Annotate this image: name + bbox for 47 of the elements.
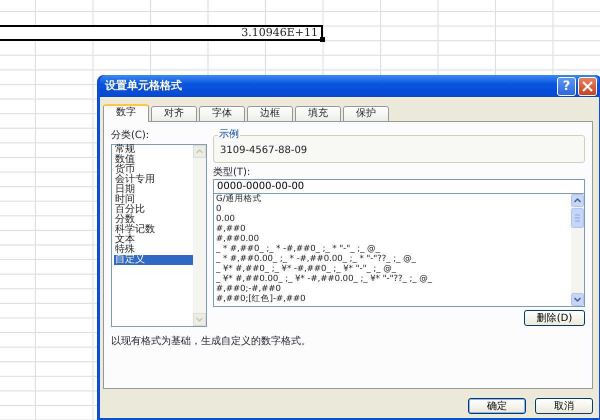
sample-value: 3109-4567-88-09	[220, 145, 308, 156]
tab[interactable]: 保护	[343, 106, 389, 121]
type-label: 类型(T):	[213, 167, 252, 179]
description-text: 以现有格式为基础，生成自定义的数字格式。	[111, 336, 312, 348]
format-item[interactable]: _ * #,##0_ ;_ * -#,##0_ ;_ * "-"_ ;_ @_	[216, 244, 571, 254]
category-item[interactable]: 特殊	[114, 245, 193, 255]
format-item[interactable]: _ ¥* #,##0_ ;_ ¥* -#,##0_ ;_ ¥* "-"_ ;_ @_	[216, 264, 571, 274]
selected-cell[interactable]: 3.10946E+11	[0, 25, 323, 41]
format-item[interactable]: 0	[216, 204, 571, 214]
category-item[interactable]: 数值	[114, 155, 193, 165]
category-item[interactable]: 常规	[114, 145, 193, 155]
help-button[interactable]: ?	[557, 76, 576, 96]
tab[interactable]: 边框	[247, 106, 293, 121]
sample-label: 示例	[218, 129, 240, 141]
ok-button[interactable]: 确定	[468, 398, 526, 414]
category-item[interactable]: 会计专用	[114, 175, 193, 185]
tab[interactable]: 数字	[103, 104, 149, 122]
category-item[interactable]: 文本	[114, 235, 193, 245]
format-item[interactable]: G/通用格式	[216, 194, 571, 204]
scroll-down-icon[interactable]	[571, 293, 584, 306]
type-field[interactable]: 0000-0000-00-00	[213, 179, 585, 194]
format-item[interactable]: #,##0.00	[216, 234, 571, 244]
tab[interactable]: 对齐	[151, 106, 197, 121]
format-item[interactable]: _ ¥* #,##0.00_ ;_ ¥* -#,##0.00_ ;_ ¥* "-"??_ ;_ @_	[216, 274, 571, 284]
category-label: 分类(C):	[111, 130, 150, 142]
delete-button[interactable]: 删除(D)	[524, 310, 585, 326]
scroll-up-icon[interactable]	[571, 194, 584, 207]
format-item[interactable]: 0.00	[216, 214, 571, 224]
format-item[interactable]: #,##0	[216, 224, 571, 234]
category-item[interactable]: 科学记数	[114, 225, 193, 235]
format-list[interactable]	[213, 194, 585, 307]
category-item[interactable]: 百分比	[114, 205, 193, 215]
tab[interactable]: 填充	[295, 106, 341, 121]
category-item[interactable]: 分数	[114, 215, 193, 225]
fill-handle[interactable]	[320, 37, 325, 42]
tab[interactable]: 字体	[199, 106, 245, 121]
format-item[interactable]: #,##0;[红色]-#,##0	[216, 294, 571, 304]
category-item[interactable]: 货币	[114, 165, 193, 175]
format-item[interactable]: _ * #,##0.00_ ;_ * -#,##0.00_ ;_ * "-"??_ ;_ @_	[216, 254, 571, 264]
format-item[interactable]: #,##0;-#,##0	[216, 284, 571, 294]
window-title: 设置单元格格式	[105, 78, 183, 94]
close-icon	[582, 80, 593, 92]
close-button[interactable]	[578, 76, 597, 96]
category-item[interactable]: 日期	[114, 185, 193, 195]
category-item[interactable]: 时间	[114, 195, 193, 205]
cancel-button[interactable]: 取消	[535, 398, 593, 414]
scroll-thumb[interactable]	[571, 208, 584, 228]
